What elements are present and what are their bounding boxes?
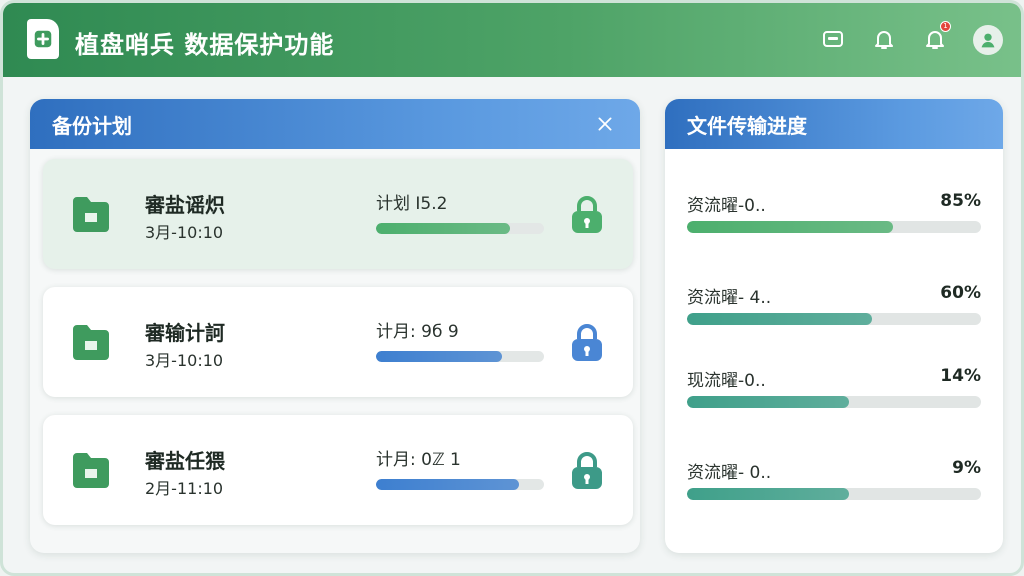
- transfer-progress-fill: [687, 396, 849, 408]
- transfer-percent: 9%: [952, 458, 981, 478]
- transfer-progress-fill: [687, 488, 849, 500]
- plan-progress-bar: [376, 479, 544, 490]
- app-title: 植盘哨兵 数据保护功能: [75, 31, 335, 59]
- lock-icon[interactable]: [568, 321, 606, 365]
- transfer-progress-panel: 文件传输进度 资流曜-0.. 85% 资流曜- 4.. 60% 现流曜-0.. …: [665, 99, 1003, 553]
- lock-icon[interactable]: [568, 449, 606, 493]
- bell-icon[interactable]: [870, 25, 898, 53]
- backup-plan-card[interactable]: 審盐任猥 2月-11:10 计月: 0ℤ 1: [43, 415, 633, 525]
- transfer-name: 现流曜-0..: [687, 371, 766, 391]
- notification-bell-icon[interactable]: 1: [921, 21, 951, 53]
- plan-status: 计月: 0ℤ 1: [376, 450, 461, 470]
- plan-name: 審盐谣炽: [145, 193, 225, 217]
- plan-time: 2月-11:10: [145, 479, 224, 498]
- plan-status: 计月: 9б 9: [376, 322, 459, 342]
- backup-plan-card[interactable]: 審盐谣炽 3月-10:10 计划 I5.2: [43, 159, 633, 269]
- backup-plan-title: 备份计划: [52, 113, 132, 138]
- transfer-progress-bar: [687, 488, 981, 500]
- transfer-progress-title: 文件传输进度: [687, 113, 807, 138]
- transfer-name: 资流曜-0..: [687, 196, 766, 216]
- plan-progress-bar: [376, 223, 544, 234]
- plan-progress-fill: [376, 479, 519, 490]
- user-avatar-icon[interactable]: [973, 25, 1003, 55]
- plan-progress-fill: [376, 351, 502, 362]
- backup-plan-panel: 备份计划 審盐谣炽 3月-10:10 计划 I5.2 審输计訶 3月-10:10…: [30, 99, 640, 553]
- backup-plan-card[interactable]: 審输计訶 3月-10:10 计月: 9б 9: [43, 287, 633, 397]
- transfer-progress-header: 文件传输进度: [665, 99, 1003, 149]
- folder-icon: [73, 453, 109, 488]
- plan-progress-fill: [376, 223, 511, 234]
- transfer-progress-fill: [687, 313, 873, 325]
- app-window: 植盘哨兵 数据保护功能 1 备份计划 審盐谣炽 3月-10:10 计划 I5.2: [0, 0, 1024, 576]
- transfer-name: 资流曜- 4..: [687, 288, 772, 308]
- close-icon[interactable]: [594, 113, 616, 135]
- plan-status: 计划 I5.2: [376, 194, 448, 214]
- transfer-progress-bar: [687, 313, 981, 325]
- folder-icon: [73, 197, 109, 232]
- transfer-percent: 60%: [940, 283, 981, 303]
- notification-badge: 1: [940, 21, 951, 32]
- plan-time: 3月-10:10: [145, 223, 224, 242]
- plan-name: 審盐任猥: [145, 449, 225, 473]
- transfer-name: 资流曜- 0..: [687, 463, 772, 483]
- transfer-percent: 14%: [940, 366, 981, 386]
- plan-time: 3月-10:10: [145, 351, 224, 370]
- window-icon[interactable]: [819, 25, 847, 53]
- app-header: 植盘哨兵 数据保护功能 1: [3, 3, 1021, 77]
- transfer-progress-bar: [687, 221, 981, 233]
- transfer-progress-bar: [687, 396, 981, 408]
- plan-progress-bar: [376, 351, 544, 362]
- plan-name: 審输计訶: [145, 321, 225, 345]
- transfer-progress-fill: [687, 221, 893, 233]
- transfer-percent: 85%: [940, 191, 981, 211]
- app-logo-icon: [27, 19, 59, 59]
- lock-icon[interactable]: [568, 193, 606, 237]
- backup-plan-header: 备份计划: [30, 99, 640, 149]
- folder-icon: [73, 325, 109, 360]
